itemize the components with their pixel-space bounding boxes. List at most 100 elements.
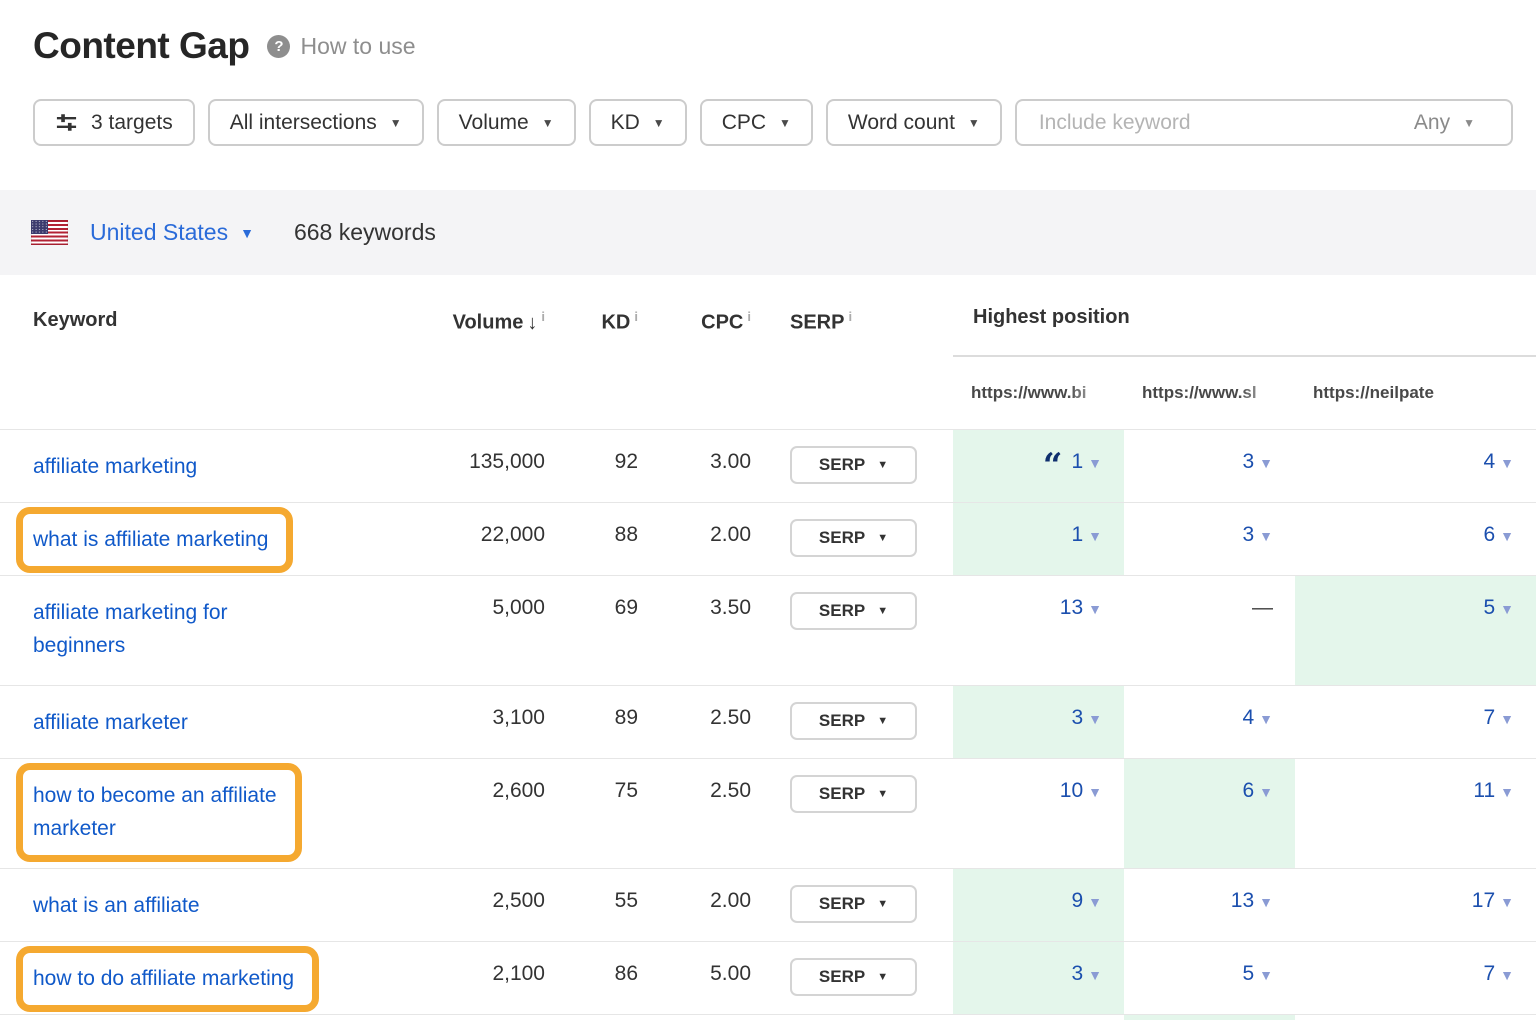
include-keyword-input[interactable]: Include keyword Any ▼ (1015, 99, 1513, 146)
kd-cell: 89 (545, 686, 638, 758)
position-dropdown-icon: ▼ (1088, 711, 1102, 727)
volume-filter-dropdown[interactable]: Volume ▼ (437, 99, 576, 146)
position-cell[interactable]: “1▼ (953, 430, 1124, 502)
serp-button-label: SERP (819, 784, 865, 804)
keyword-link[interactable]: how to become an affiliate marketer (33, 779, 277, 845)
serp-button[interactable]: SERP▼ (790, 446, 917, 484)
position-cell[interactable]: — (1124, 576, 1295, 685)
how-to-use-link[interactable]: ? How to use (267, 33, 415, 60)
country-bar: United States ▼ 668 keywords (0, 190, 1536, 275)
position-cell[interactable]: 3▼ (1124, 430, 1295, 502)
chevron-down-icon: ▼ (877, 971, 888, 983)
target-url-3[interactable]: https://neilpate (1295, 383, 1536, 403)
serp-button[interactable]: SERP▼ (790, 958, 917, 996)
position-value: 5 (1483, 596, 1495, 619)
volume-cell: 135,000 (420, 430, 545, 502)
serp-button[interactable]: SERP▼ (790, 519, 917, 557)
position-cell[interactable]: 13▼ (1124, 869, 1295, 941)
position-cell[interactable]: 6▼ (1295, 503, 1536, 575)
serp-header-label: SERP (790, 312, 844, 334)
kd-filter-dropdown[interactable]: KD ▼ (589, 99, 687, 146)
position-value: 9 (1071, 889, 1083, 912)
serp-cell: SERP▼ (751, 503, 953, 575)
match-mode-dropdown[interactable]: Any ▼ (1414, 111, 1489, 135)
position-cell[interactable]: 7▼ (1295, 942, 1536, 1014)
column-header-volume[interactable]: Volume↓i (420, 275, 545, 429)
kd-cell: 75 (545, 759, 638, 868)
keyword-link[interactable]: how to do affiliate marketing (33, 962, 294, 995)
keyword-link[interactable]: what is an affiliate (33, 889, 200, 922)
position-value: 10 (1060, 779, 1083, 802)
targets-button[interactable]: 3 targets (33, 99, 195, 146)
country-selector[interactable]: United States ▼ (90, 219, 254, 246)
serp-cell: SERP▼ (751, 942, 953, 1014)
column-header-keyword[interactable]: Keyword (0, 275, 420, 429)
table-row: what is affiliate marketing22,000882.00S… (0, 502, 1536, 575)
column-header-cpc[interactable]: CPCi (638, 275, 751, 429)
position-cell[interactable]: 3▼ (1124, 503, 1295, 575)
cpc-cell: 2.00 (638, 869, 751, 941)
position-value: 6 (1242, 779, 1254, 802)
cpc-filter-label: CPC (722, 111, 766, 135)
position-cell[interactable]: 5▼ (1124, 942, 1295, 1014)
column-header-kd[interactable]: KDi (545, 275, 638, 429)
help-icon: ? (267, 35, 290, 58)
serp-button[interactable]: SERP▼ (790, 702, 917, 740)
word-count-dropdown[interactable]: Word count ▼ (826, 99, 1002, 146)
position-cell[interactable]: 4▼ (1124, 686, 1295, 758)
position-cell[interactable]: 6▼ (1124, 759, 1295, 868)
target-url-1[interactable]: https://www.bi (953, 383, 1124, 403)
kd-cell: 55 (545, 869, 638, 941)
position-cell[interactable]: 13▼ (953, 576, 1124, 685)
cpc-header-label: CPC (701, 312, 743, 334)
target-url-2[interactable]: https://www.sl (1124, 383, 1295, 403)
keyword-link[interactable]: affiliate marketing for beginners (33, 596, 228, 662)
cpc-cell: 3.00 (638, 430, 751, 502)
serp-cell: SERP▼ (751, 869, 953, 941)
filter-bar: 3 targets All intersections ▼ Volume ▼ K… (33, 99, 1503, 146)
serp-button[interactable]: SERP▼ (790, 885, 917, 923)
sort-desc-icon: ↓ (527, 312, 537, 334)
position-cell[interactable]: 3▼ (953, 942, 1124, 1014)
position-value: 4 (1242, 706, 1254, 729)
position-cell[interactable]: 10▼ (953, 759, 1124, 868)
position-cell[interactable]: 7▼ (1295, 686, 1536, 758)
best-position-highlight (1124, 1015, 1295, 1020)
position-dropdown-icon: ▼ (1259, 967, 1273, 983)
position-value: 3 (1071, 962, 1083, 985)
position-cell[interactable]: 4▼ (1295, 430, 1536, 502)
position-cell[interactable]: 9▼ (953, 869, 1124, 941)
position-value: 3 (1242, 450, 1254, 473)
kd-cell: 69 (545, 576, 638, 685)
serp-button-label: SERP (819, 601, 865, 621)
position-dropdown-icon: ▼ (1259, 784, 1273, 800)
include-keyword-placeholder: Include keyword (1039, 111, 1191, 135)
volume-filter-label: Volume (459, 111, 529, 135)
position-cell[interactable]: 5▼ (1295, 576, 1536, 685)
kd-cell: 88 (545, 503, 638, 575)
position-cell[interactable]: 17▼ (1295, 869, 1536, 941)
position-dropdown-icon: ▼ (1088, 601, 1102, 617)
serp-button[interactable]: SERP▼ (790, 775, 917, 813)
position-value: 3 (1242, 523, 1254, 546)
keyword-link[interactable]: affiliate marketer (33, 706, 188, 739)
position-cell[interactable]: 3▼ (953, 686, 1124, 758)
position-dropdown-icon: ▼ (1259, 528, 1273, 544)
cpc-filter-dropdown[interactable]: CPC ▼ (700, 99, 813, 146)
sliders-icon (55, 111, 78, 134)
keyword-link[interactable]: affiliate marketing (33, 450, 197, 483)
position-value: 13 (1231, 889, 1254, 912)
table-header: Keyword Volume↓i KDi CPCi SERPi Highest … (0, 275, 1536, 429)
position-value: 1 (1071, 523, 1083, 546)
volume-header-label: Volume (453, 312, 524, 334)
cpc-cell: 2.00 (638, 503, 751, 575)
intersections-dropdown[interactable]: All intersections ▼ (208, 99, 424, 146)
keyword-table-body: affiliate marketing135,000923.00SERP▼“1▼… (0, 429, 1536, 1014)
position-cell[interactable]: 11▼ (1295, 759, 1536, 868)
position-cell[interactable]: 1▼ (953, 503, 1124, 575)
serp-button-label: SERP (819, 455, 865, 475)
serp-button[interactable]: SERP▼ (790, 592, 917, 630)
position-dropdown-icon: ▼ (1500, 967, 1514, 983)
position-dropdown-icon: ▼ (1088, 455, 1102, 471)
keyword-link[interactable]: what is affiliate marketing (33, 523, 268, 556)
